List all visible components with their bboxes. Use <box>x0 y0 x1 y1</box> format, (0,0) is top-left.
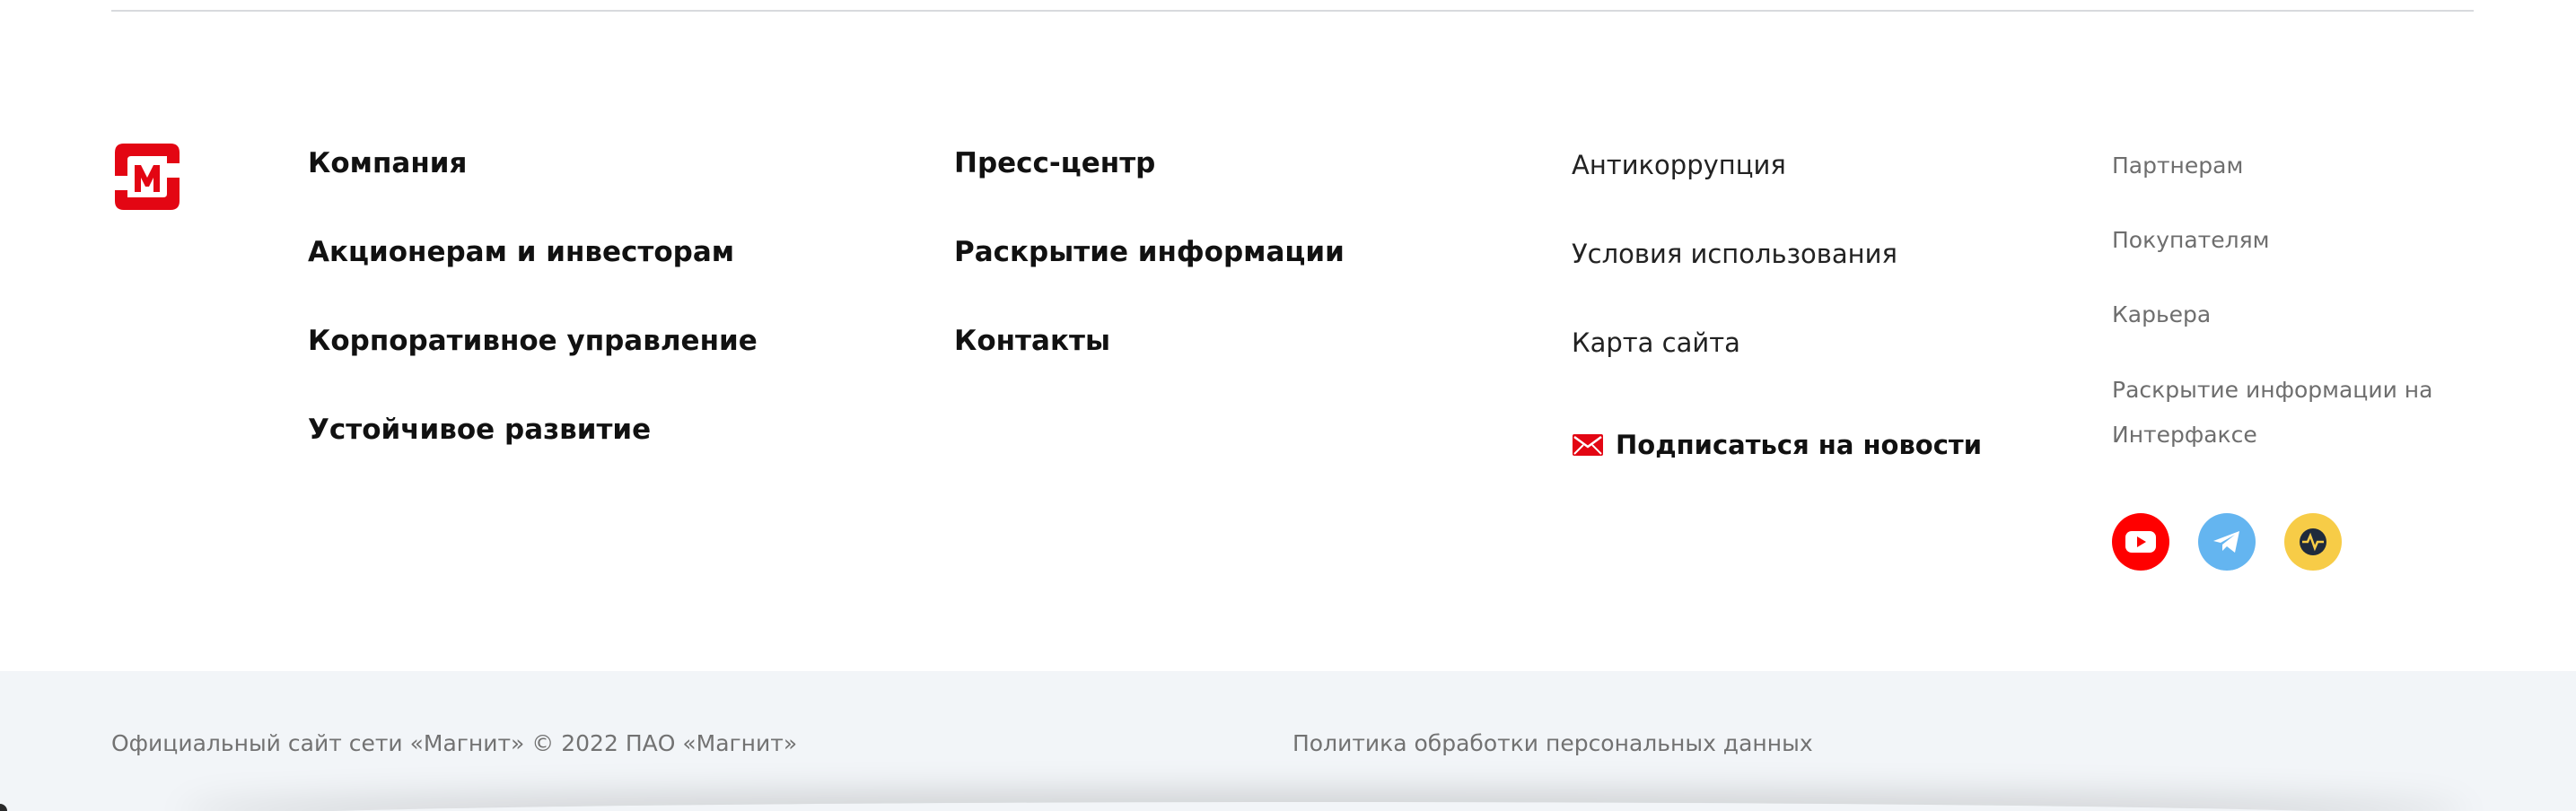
nav-company-link[interactable]: Компания <box>308 145 758 181</box>
footer-page: Компания Акционерам и инвесторам Корпора… <box>0 0 2576 811</box>
nav-customers-link[interactable]: Покупателям <box>2112 218 2269 263</box>
zen-icon[interactable] <box>2284 513 2342 571</box>
social-links <box>2112 513 2342 571</box>
nav-column-1: Компания Акционерам и инвесторам Корпора… <box>308 145 758 448</box>
nav-column-4: Партнерам <box>2112 144 2471 218</box>
telegram-icon[interactable] <box>2198 513 2256 571</box>
nav-column-3: Антикоррупция Условия использования Карт… <box>1572 147 1897 361</box>
bottom-shadow <box>180 802 2468 811</box>
nav-sitemap-link[interactable]: Карта сайта <box>1572 325 1897 361</box>
nav-contacts-link[interactable]: Контакты <box>954 323 1345 359</box>
privacy-policy-link[interactable]: Политика обработки персональных данных <box>1292 730 1813 756</box>
bottom-bar: Официальный сайт сети «Магнит» © 2022 ПА… <box>0 671 2576 811</box>
nav-anticorruption-link[interactable]: Антикоррупция <box>1572 147 1897 183</box>
nav-sustainability-link[interactable]: Устойчивое развитие <box>308 412 758 448</box>
nav-terms-link[interactable]: Условия использования <box>1572 236 1897 272</box>
nav-disclosure-link[interactable]: Раскрытие информации <box>954 234 1345 270</box>
nav-partners-link[interactable]: Партнерам <box>2112 144 2471 188</box>
top-divider <box>111 10 2474 12</box>
nav-press-center-link[interactable]: Пресс-центр <box>954 145 1345 181</box>
subscribe-label: Подписаться на новости <box>1616 430 1983 460</box>
copyright-text: Официальный сайт сети «Магнит» © 2022 ПА… <box>111 730 798 756</box>
magnit-logo-icon[interactable] <box>111 140 183 214</box>
nav-career-link[interactable]: Карьера <box>2112 292 2211 337</box>
subscribe-button[interactable]: Подписаться на новости <box>1573 427 1982 463</box>
youtube-icon[interactable] <box>2112 513 2169 571</box>
nav-corporate-governance-link[interactable]: Корпоративное управление <box>308 323 758 359</box>
mail-icon <box>1573 434 1603 456</box>
nav-interfax-disclosure-link[interactable]: Раскрытие информации на Интерфаксе <box>2112 368 2462 458</box>
nav-shareholders-link[interactable]: Акционерам и инвесторам <box>308 234 758 270</box>
nav-column-2: Пресс-центр Раскрытие информации Контакт… <box>954 145 1345 359</box>
